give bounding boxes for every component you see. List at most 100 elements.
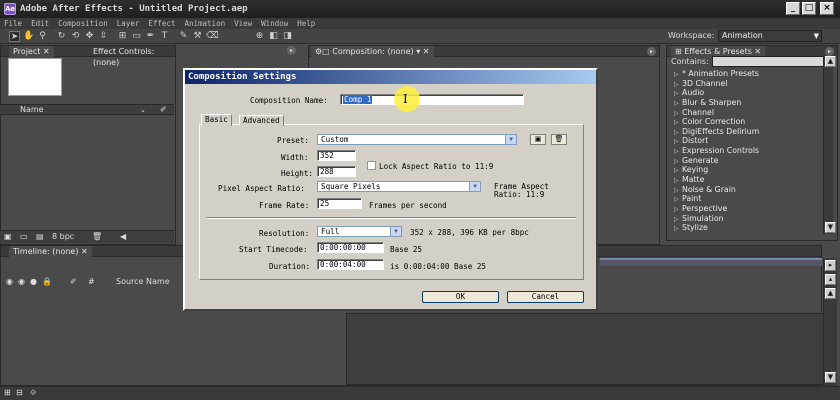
label-tag-icon[interactable]: ✐ [160, 105, 167, 115]
effect-category[interactable]: ▷ Generate [670, 156, 820, 166]
scroll-up-icon[interactable]: ▲ [825, 56, 836, 67]
save-preset-icon[interactable]: ▣ [530, 134, 546, 145]
hand-tool-icon[interactable]: ✋ [23, 31, 34, 42]
menu-file[interactable]: File [4, 19, 22, 28]
toggle-modes-icon[interactable]: ⊟ [16, 388, 23, 397]
timeline-graph-area[interactable] [346, 313, 824, 385]
effect-category[interactable]: ▷ Blur & Sharpen [670, 98, 820, 108]
lock-icon[interactable]: 🔒 [42, 276, 52, 288]
panel-menu-icon[interactable]: ▸ [287, 46, 296, 55]
toggle-switches-icon[interactable]: ⊞ [4, 388, 11, 397]
menu-edit[interactable]: Edit [31, 19, 49, 28]
zoom-in-icon[interactable]: ▴ [825, 274, 836, 285]
eraser-tool-icon[interactable]: ⌫ [206, 31, 219, 42]
preset-select[interactable]: Custom ▼ [317, 134, 517, 145]
maximize-button[interactable]: □ [802, 2, 816, 15]
effects-search-input[interactable] [712, 56, 830, 67]
effect-category[interactable]: ▷ DigiEffects Delirium [670, 127, 820, 137]
menu-animation[interactable]: Animation [184, 19, 225, 28]
scroll-up-icon[interactable]: ▲ [825, 288, 836, 299]
effect-category[interactable]: ▷ Matte [670, 175, 820, 185]
source-name-column[interactable]: Source Name [116, 276, 170, 288]
interpret-footage-icon[interactable]: ▣ [4, 231, 12, 243]
panel-menu-icon[interactable]: ▸ [825, 47, 834, 56]
time-ruler[interactable] [600, 258, 822, 266]
pixel-aspect-select[interactable]: Square Pixels ▼ [317, 181, 481, 192]
minimize-button[interactable]: _ [786, 2, 800, 15]
effect-category[interactable]: ▷ * Animation Presets [670, 69, 820, 79]
selection-tool-icon[interactable]: ➤ [9, 31, 20, 42]
effect-category[interactable]: ▷ Paint [670, 194, 820, 204]
effect-category[interactable]: ▷ Simulation [670, 214, 820, 224]
effect-category[interactable]: ▷ Stylize [670, 223, 820, 233]
start-timecode-field[interactable]: 0:00:00:00 [317, 242, 384, 253]
effect-category[interactable]: ▷ Audio [670, 88, 820, 98]
effect-category[interactable]: ▷ Distort [670, 136, 820, 146]
expand-icon[interactable]: ⟐ [30, 388, 36, 398]
ok-button[interactable]: OK [422, 291, 499, 303]
tab-basic[interactable]: Basic [201, 114, 232, 126]
tab-effect-controls[interactable]: Effect Controls: (none) [89, 46, 175, 67]
tab-project[interactable]: Project ✕ [9, 46, 54, 57]
effects-scrollbar[interactable]: ▲ ▼ [823, 56, 836, 234]
bpc-label[interactable]: 8 bpc [52, 231, 74, 243]
type-tool-icon[interactable]: T [159, 31, 170, 42]
trash-icon[interactable]: 🗑 [551, 134, 567, 145]
menu-view[interactable]: View [234, 19, 252, 28]
height-field[interactable]: 288 [317, 166, 356, 177]
close-button[interactable]: × [820, 2, 834, 15]
axis-mode-icon[interactable]: ⊕ [254, 31, 265, 42]
effect-category[interactable]: ▷ Expression Controls [670, 146, 820, 156]
track-z-camera-icon[interactable]: ⇳ [98, 31, 109, 42]
scroll-left-icon[interactable]: ◀ [120, 231, 126, 243]
new-folder-icon[interactable]: ▭ [20, 231, 28, 243]
pixel-aspect-value: Square Pixels [321, 182, 381, 191]
menu-effect[interactable]: Effect [148, 19, 175, 28]
panel-menu-icon[interactable]: ▸ [647, 47, 656, 56]
trash-icon[interactable]: 🗑 [92, 231, 102, 243]
menu-window[interactable]: Window [261, 19, 288, 28]
effect-category[interactable]: ▷ 3D Channel [670, 79, 820, 89]
orbit-camera-tool-icon[interactable]: ⟲ [70, 31, 81, 42]
track-xy-camera-icon[interactable]: ✥ [84, 31, 95, 42]
scroll-down-icon[interactable]: ▼ [825, 222, 836, 233]
effect-category[interactable]: ▷ Perspective [670, 204, 820, 214]
tab-composition[interactable]: ⚙▢ Composition: (none) ▾ ✕ [311, 46, 434, 57]
project-name-column[interactable]: Name ⌄ ✐ [0, 104, 174, 115]
brush-tool-icon[interactable]: ✎ [178, 31, 189, 42]
zoom-tool-icon[interactable]: ⚲ [37, 31, 48, 42]
menu-help[interactable]: Help [297, 19, 315, 28]
effect-category[interactable]: ▷ Noise & Grain [670, 185, 820, 195]
new-comp-icon[interactable]: ▤ [36, 231, 44, 243]
menu-layer[interactable]: Layer [117, 19, 140, 28]
scroll-down-icon[interactable]: ▼ [825, 372, 836, 383]
cancel-button[interactable]: Cancel [507, 291, 584, 303]
eye-icon[interactable]: ◉ [6, 276, 13, 288]
timeline-scrollbar[interactable]: ▸ ▴ ▲ ▼ [823, 258, 837, 386]
effect-category[interactable]: ▷ Channel [670, 108, 820, 118]
audio-icon[interactable]: ◉ [18, 276, 25, 288]
tab-advanced[interactable]: Advanced [239, 115, 284, 126]
solo-icon[interactable]: ● [30, 276, 37, 288]
chevron-down-icon[interactable]: ⌄ [140, 105, 146, 115]
comp-name-field[interactable]: Comp 1 [340, 94, 524, 105]
clone-stamp-tool-icon[interactable]: ⚒ [192, 31, 203, 42]
rectangle-mask-tool-icon[interactable]: ▭ [131, 31, 142, 42]
effect-category[interactable]: ▷ Color Correction [670, 117, 820, 127]
workspace-select[interactable]: Animation ▼ [718, 30, 822, 42]
panel-menu-icon[interactable]: ▸ [825, 260, 836, 271]
view-axis-icon[interactable]: ◨ [282, 31, 293, 42]
menu-composition[interactable]: Composition [58, 19, 108, 28]
rotate-tool-icon[interactable]: ↻ [56, 31, 67, 42]
duration-field[interactable]: 0:00:04:00 [317, 259, 384, 270]
world-axis-icon[interactable]: ◧ [268, 31, 279, 42]
effect-category[interactable]: ▷ Keying [670, 165, 820, 175]
frame-rate-field[interactable]: 25 [317, 198, 362, 209]
pen-tool-icon[interactable]: ✒ [145, 31, 156, 42]
pan-behind-tool-icon[interactable]: ⊞ [117, 31, 128, 42]
resolution-select[interactable]: Full ▼ [317, 226, 402, 237]
tab-timeline[interactable]: Timeline: (none) ✕ [9, 246, 92, 257]
label-icon[interactable]: ✐ [70, 276, 77, 288]
width-field[interactable]: 352 [317, 150, 356, 161]
lock-aspect-checkbox[interactable] [367, 161, 376, 170]
